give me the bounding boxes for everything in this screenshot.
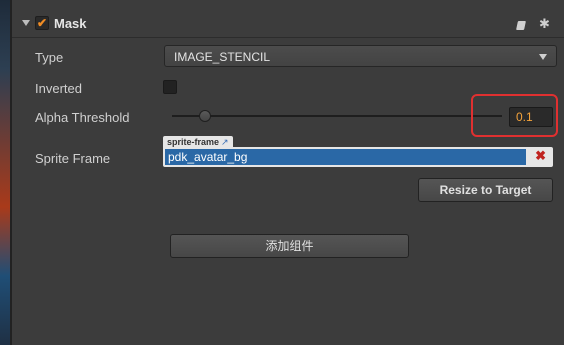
alpha-threshold-slider-thumb[interactable] [199,110,211,122]
clear-asset-icon[interactable]: ✖ [535,148,546,164]
sprite-frame-value: pdk_avatar_bg [165,149,526,165]
sprite-frame-field[interactable]: pdk_avatar_bg ✖ [163,147,553,167]
inspector-panel: ✔ Mask ✱ Type IMAGE_STENCIL Inverted Alp… [12,0,564,345]
inverted-checkbox[interactable] [163,80,177,94]
sprite-frame-label: Sprite Frame [35,151,111,166]
type-label: Type [35,50,64,65]
alpha-threshold-label: Alpha Threshold [35,110,130,125]
collapse-triangle-icon[interactable] [22,20,30,26]
inverted-label: Inverted [35,81,82,96]
help-book-icon[interactable] [516,21,526,30]
add-component-button[interactable]: 添加组件 [170,234,409,258]
chevron-down-icon [539,54,547,60]
alpha-threshold-slider[interactable] [172,115,502,117]
asset-type-label: sprite-frame [167,137,220,147]
component-header[interactable]: ✔ Mask ✱ [12,10,564,38]
component-title: Mask [54,16,87,31]
component-enabled-checkbox[interactable]: ✔ [35,16,49,30]
scene-edge-strip [0,0,10,345]
type-select[interactable]: IMAGE_STENCIL [164,45,557,67]
resize-to-target-button[interactable]: Resize to Target [418,178,553,202]
gear-icon[interactable]: ✱ [539,16,550,32]
highlight-annotation-box [471,94,558,137]
external-link-icon[interactable]: ↗ [221,137,229,147]
type-select-value: IMAGE_STENCIL [174,50,271,64]
